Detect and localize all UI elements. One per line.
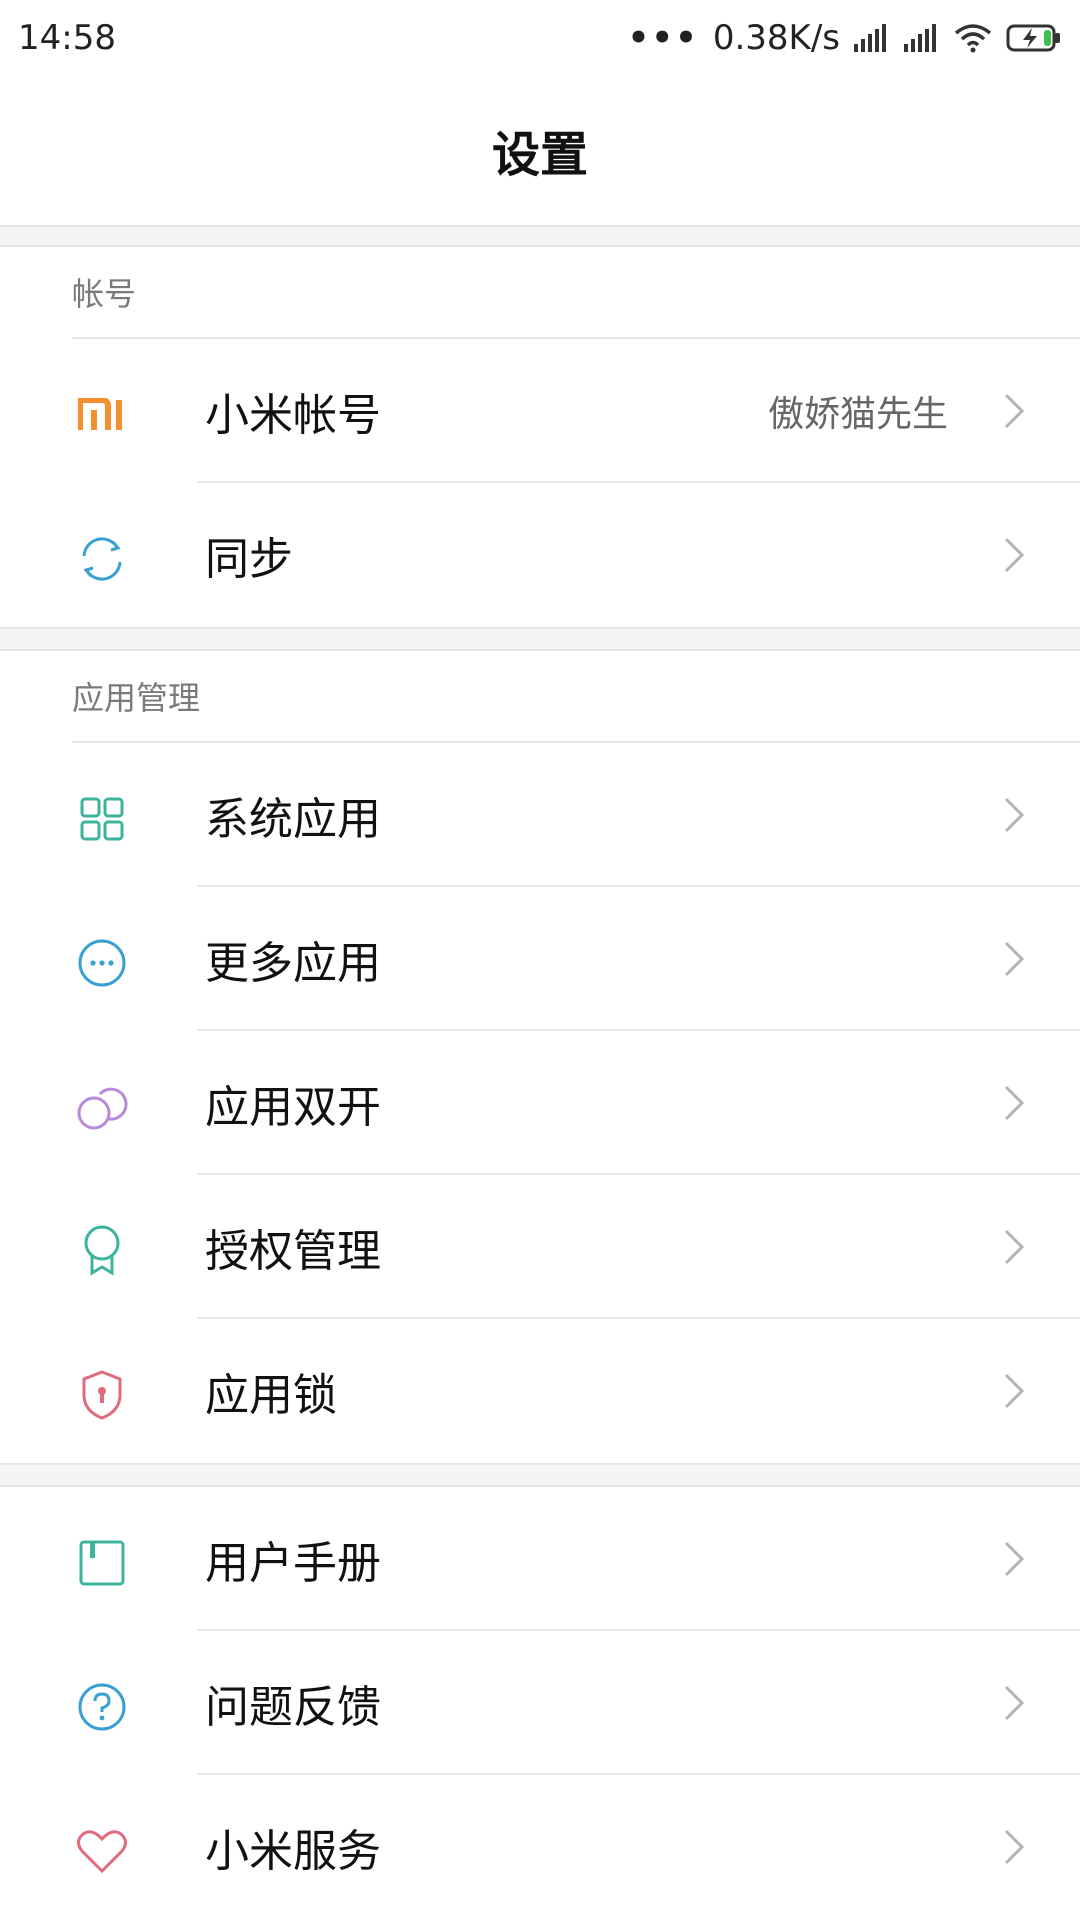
sync-icon [64, 531, 140, 587]
list-item-label: 授权管理 [205, 1226, 381, 1277]
page-title: 设置 [491, 127, 588, 183]
chevron-right-icon [1004, 797, 1025, 833]
status-time: 14:58 [18, 17, 116, 58]
chevron-right-icon [1004, 1373, 1025, 1409]
shield-lock-icon [64, 1367, 140, 1423]
list-item-label: 小米帐号 [205, 390, 381, 441]
signal-icon [854, 23, 886, 52]
chevron-right-icon [1004, 941, 1025, 977]
list-item-label: 系统应用 [205, 794, 381, 845]
list-item-label: 同步 [205, 534, 293, 585]
signal-icon-2 [904, 23, 936, 52]
chevron-right-icon [1004, 1541, 1025, 1577]
list-item-app-lock[interactable]: 应用锁 [0, 1319, 1080, 1463]
list-item-user-manual[interactable]: 用户手册 [0, 1487, 1080, 1631]
network-speed: 0.38K/s [712, 17, 840, 58]
list-item-feedback[interactable]: 问题反馈 [0, 1631, 1080, 1775]
list-item-label: 更多应用 [205, 938, 381, 989]
more-icon [64, 935, 140, 991]
status-dots: ••• [627, 17, 699, 58]
chevron-right-icon [1004, 537, 1025, 573]
section-divider [0, 225, 1080, 247]
list-item-mi-account[interactable]: 小米帐号 傲娇猫先生 [0, 339, 1080, 483]
list-item-label: 用户手册 [205, 1538, 381, 1589]
section-header-account: 帐号 [72, 247, 1080, 339]
heart-icon [64, 1823, 140, 1879]
battery-charging-icon [1006, 24, 1060, 51]
list-item-label: 小米服务 [205, 1826, 381, 1877]
list-item-more-apps[interactable]: 更多应用 [0, 887, 1080, 1031]
status-indicators: ••• 0.38K/s [628, 18, 1062, 58]
chevron-right-icon [1004, 1829, 1025, 1865]
wifi-icon [954, 23, 992, 52]
list-item-mi-services[interactable]: 小米服务 [0, 1775, 1080, 1919]
chevron-right-icon [1004, 1085, 1025, 1121]
section-divider [0, 1463, 1080, 1487]
status-bar: 14:58 ••• 0.38K/s [0, 0, 1080, 75]
list-item-sync[interactable]: 同步 [0, 483, 1080, 627]
list-item-permissions[interactable]: 授权管理 [0, 1175, 1080, 1319]
chevron-right-icon [1004, 1229, 1025, 1265]
grid-icon [64, 791, 140, 847]
list-item-label: 问题反馈 [205, 1682, 381, 1733]
section-divider [0, 627, 1080, 651]
badge-icon [64, 1223, 140, 1279]
chevron-right-icon [1004, 393, 1025, 429]
list-item-label: 应用锁 [205, 1370, 337, 1421]
list-item-system-apps[interactable]: 系统应用 [0, 743, 1080, 887]
list-item-dual-apps[interactable]: 应用双开 [0, 1031, 1080, 1175]
book-icon [64, 1535, 140, 1591]
dual-app-icon [64, 1079, 140, 1135]
chevron-right-icon [1004, 1685, 1025, 1721]
section-header-apps: 应用管理 [72, 651, 1080, 743]
mi-logo-icon [64, 387, 140, 443]
question-icon [64, 1679, 140, 1735]
account-name-value: 傲娇猫先生 [767, 394, 948, 435]
list-item-label: 应用双开 [205, 1082, 381, 1133]
